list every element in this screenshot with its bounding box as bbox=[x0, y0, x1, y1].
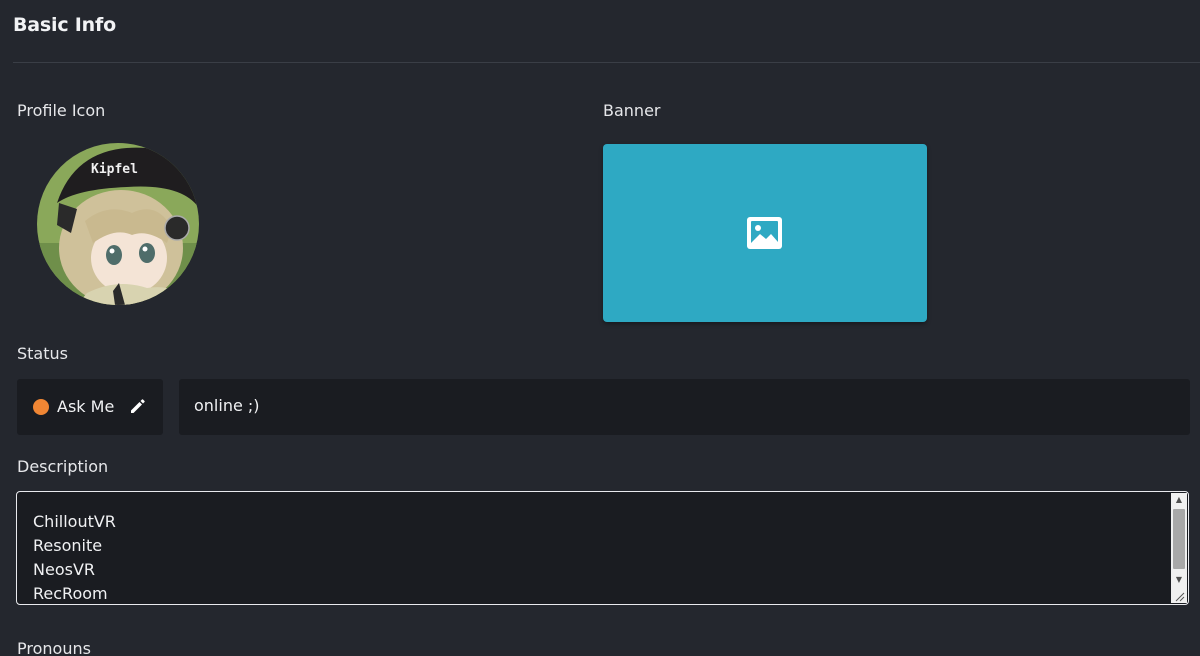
status-message-text: online ;) bbox=[194, 396, 260, 415]
status-label: Status bbox=[17, 344, 68, 363]
scrollbar-thumb[interactable] bbox=[1173, 509, 1185, 569]
description-line: NeosVR bbox=[33, 560, 95, 579]
description-line: ChilloutVR bbox=[33, 512, 116, 531]
status-value: Ask Me bbox=[57, 397, 115, 416]
profile-avatar[interactable]: Kipfel bbox=[37, 143, 199, 305]
status-message-input[interactable]: online ;) bbox=[179, 379, 1190, 435]
description-textarea[interactable]: ChilloutVR Resonite NeosVR RecRoom ▲ ▼ bbox=[16, 491, 1189, 605]
resize-grip-icon[interactable] bbox=[1171, 589, 1187, 603]
profile-icon-label: Profile Icon bbox=[17, 101, 106, 120]
page-title: Basic Info bbox=[13, 14, 116, 36]
image-placeholder-icon bbox=[747, 217, 782, 249]
avatar-image: Kipfel bbox=[37, 143, 199, 305]
description-label: Description bbox=[17, 457, 109, 476]
scroll-down-arrow-icon[interactable]: ▼ bbox=[1171, 573, 1187, 587]
status-dot bbox=[33, 399, 49, 415]
basic-info-page: Basic Info Profile Icon Banner Kipfel St… bbox=[0, 0, 1200, 656]
description-line: RecRoom bbox=[33, 584, 108, 603]
banner-label: Banner bbox=[603, 101, 661, 120]
avatar-hat-text: Kipfel bbox=[91, 162, 138, 177]
pronouns-label: Pronouns bbox=[17, 639, 91, 656]
banner-upload[interactable] bbox=[603, 144, 927, 322]
title-divider bbox=[13, 62, 1200, 63]
description-content: ChilloutVR Resonite NeosVR RecRoom bbox=[33, 510, 116, 604]
description-line: Resonite bbox=[33, 536, 103, 555]
pencil-icon[interactable] bbox=[129, 397, 147, 415]
scroll-up-arrow-icon[interactable]: ▲ bbox=[1171, 493, 1187, 507]
status-selector[interactable]: Ask Me bbox=[17, 379, 163, 435]
description-scrollbar[interactable]: ▲ ▼ bbox=[1171, 493, 1187, 603]
